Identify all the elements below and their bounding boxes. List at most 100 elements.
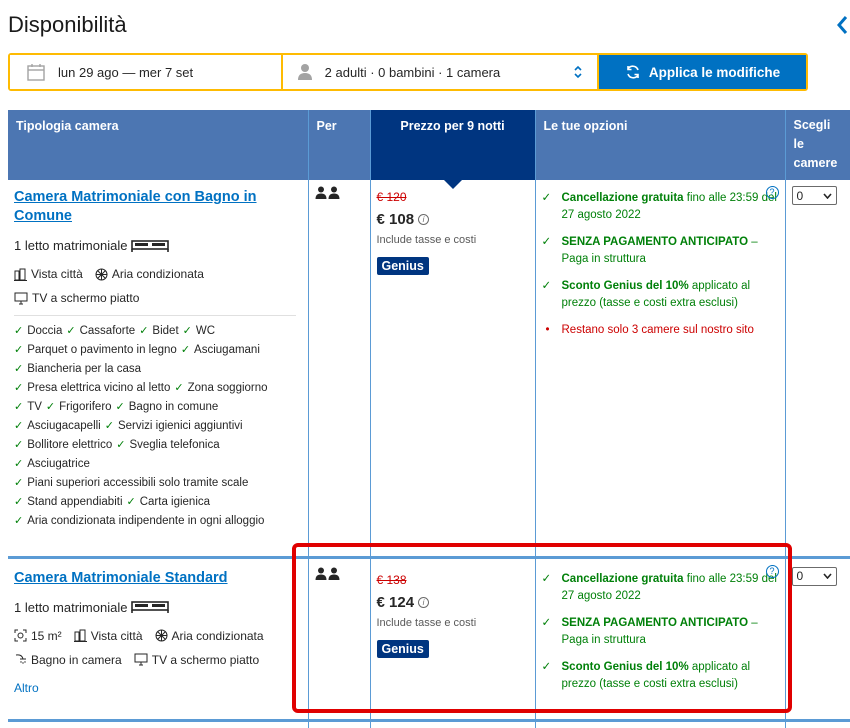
date-range-text: lun 29 ago — mer 7 set [58, 64, 194, 80]
question-icon[interactable]: ? [765, 564, 779, 578]
room-quantity-select[interactable]: 0 [791, 566, 837, 586]
amenity-item: Piani superiori accessibili solo tramite… [27, 477, 249, 489]
amenity-item: WC [195, 325, 216, 337]
tv-icon [134, 653, 148, 666]
option-no-prepayment: ✓ SENZA PAGAMENTO ANTICIPATO – Paga in st… [542, 615, 779, 649]
facility-tv: TV a schermo piatto [134, 653, 259, 667]
check-icon: ✓ [14, 325, 24, 337]
guests-selector[interactable]: 2 adulti · 0 bambini · 1 camera [282, 55, 598, 89]
city-view-icon [73, 629, 87, 642]
price-cell: € 138 € 124 i Include tasse e costi Geniu… [370, 557, 536, 722]
amenity-line: ✓ Asciugacapelli ✓ Servizi igienici aggiunt… [14, 417, 302, 436]
option-genius-discount: ✓ Sconto Genius del 10% applicato al prez… [542, 659, 779, 693]
two-persons-icon [315, 567, 339, 580]
check-icon: ✓ [14, 382, 24, 394]
genius-badge: Genius [376, 639, 429, 658]
chevron-left-icon[interactable] [836, 14, 848, 36]
amenity-line: ✓ Bollitore elettrico ✓ Sveglia telefonica [14, 436, 302, 455]
header-room-type: Tipologia camera [8, 110, 309, 180]
check-icon: ✓ [14, 420, 24, 432]
option-genius-discount: ✓ Sconto Genius del 10% applicato al prez… [542, 278, 779, 312]
amenity-item: Aria condizionata indipendente in ogni a… [27, 515, 265, 527]
price-header-pointer [443, 180, 462, 189]
facilities-line: 15 m² Vista città Aria condizionata [14, 629, 302, 643]
amenity-item: Servizi igienici aggiuntivi [117, 420, 243, 432]
amenity-line: ✓ Asciugatrice [14, 455, 302, 474]
room-name-link[interactable]: Camera Matrimoniale Standard [14, 569, 302, 588]
more-link[interactable]: Altro [14, 681, 302, 695]
header-for: Per [308, 110, 371, 180]
room-size-icon [14, 629, 27, 642]
check-icon: ✓ [14, 477, 24, 489]
options-cell: ? ✓ Cancellazione gratuita fino alle 23:5… [535, 180, 786, 559]
info-icon[interactable]: i [418, 214, 430, 225]
facility-city-view: Vista città [14, 267, 83, 281]
check-icon: ✓ [139, 325, 149, 337]
discounted-price-row: € 108 i [377, 211, 529, 228]
discounted-price: € 124 [376, 593, 415, 611]
check-icon: ✓ [14, 515, 24, 527]
check-icon: ✓ [14, 439, 24, 451]
facility-tv: TV a schermo piatto [14, 291, 139, 305]
check-icon: ✓ [541, 192, 552, 204]
amenity-item: Doccia [27, 325, 63, 337]
amenity-item: Cassaforte [79, 325, 136, 337]
scarcity-note: • Restano solo 3 camere sul nostro sito [542, 322, 779, 339]
amenity-line: ✓ Stand appendiabiti ✓ Carta igienica [14, 493, 302, 512]
snowflake-icon [155, 629, 167, 642]
divider [14, 315, 296, 316]
empty-cell [535, 720, 786, 728]
shower-icon [15, 654, 26, 664]
option-bold: Sconto Genius del 10% [561, 280, 689, 292]
amenity-line: ✓ Parquet o pavimento in legno ✓ Asciugaman… [14, 341, 302, 360]
facility-label: Vista città [31, 267, 83, 281]
facility-label: Vista città [90, 628, 143, 643]
options-cell: ? ✓ Cancellazione gratuita fino alle 23:5… [535, 557, 786, 722]
apply-changes-button[interactable]: Applica le modifiche [599, 55, 806, 89]
amenity-item: Asciugacapelli [27, 420, 101, 432]
facility-label: TV a schermo piatto [151, 652, 260, 667]
room-name-link[interactable]: Camera Matrimoniale con Bagno in Comune [14, 188, 302, 226]
select-cell: 0 [785, 180, 850, 559]
room-type-cell: Camera Matrimoniale Standard 1 letto mat… [8, 557, 309, 722]
check-icon: ✓ [126, 496, 136, 508]
refresh-icon [627, 65, 639, 79]
amenity-line: ✓ Biancheria per la casa [14, 360, 302, 379]
amenity-item: TV [27, 401, 42, 413]
facility-city-view: Vista città [73, 628, 143, 643]
info-icon[interactable]: i [418, 596, 430, 608]
two-persons-icon [315, 186, 339, 199]
amenity-item: Presa elettrica vicino al letto [27, 382, 171, 394]
facility-label: 15 m² [31, 628, 62, 643]
check-icon: ✓ [14, 496, 24, 508]
check-icon: ✓ [66, 325, 76, 337]
empty-cell [370, 720, 536, 728]
room-row-partial [8, 720, 850, 728]
amenity-item: Carta igienica [139, 496, 211, 508]
room-type-cell: Camera Matrimoniale con Bagno in Comune … [8, 180, 309, 559]
search-bar: lun 29 ago — mer 7 set 2 adulti · 0 bamb… [8, 53, 808, 91]
occupancy-cell [308, 180, 371, 559]
facility-aircon: Aria condizionata [155, 629, 264, 643]
guests-text: 2 adulti · 0 bambini · 1 camera [324, 64, 501, 80]
amenity-line: ✓ Doccia ✓ Cassaforte ✓ Bidet ✓ WC [14, 322, 302, 341]
amenity-item: Bollitore elettrico [27, 439, 113, 451]
date-picker[interactable]: lun 29 ago — mer 7 set [10, 55, 281, 89]
bed-text: 1 letto matrimoniale [14, 599, 128, 615]
updown-chevron-icon [574, 65, 582, 79]
option-free-cancel: ✓ Cancellazione gratuita fino alle 23:59 … [542, 571, 779, 605]
page-title: Disponibilità [8, 12, 127, 37]
facilities-line: TV a schermo piatto [14, 291, 302, 305]
room-quantity-select[interactable]: 0 [791, 186, 837, 205]
check-icon: ✓ [14, 363, 24, 375]
header-price-label: Prezzo per 9 notti [400, 119, 505, 133]
question-icon[interactable]: ? [765, 186, 779, 199]
option-free-cancel: ✓ Cancellazione gratuita fino alle 23:59 … [542, 190, 779, 224]
bed-text: 1 letto matrimoniale [14, 238, 128, 253]
check-icon: ✓ [174, 382, 184, 394]
bed-info: 1 letto matrimoniale [14, 600, 302, 615]
facility-label: Bagno in camera [31, 652, 122, 667]
check-icon: ✓ [541, 660, 552, 673]
calendar-icon [27, 64, 45, 81]
chevron-down-icon [822, 192, 832, 199]
